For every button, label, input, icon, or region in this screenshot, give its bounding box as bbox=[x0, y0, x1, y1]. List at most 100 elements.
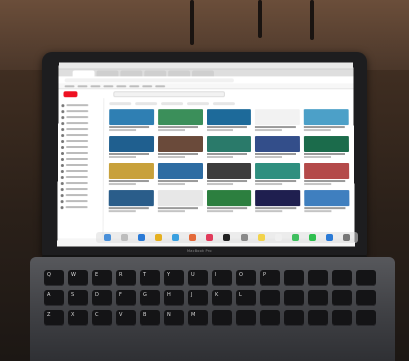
bookmark-item[interactable] bbox=[155, 84, 166, 87]
filter-chip[interactable] bbox=[161, 102, 184, 106]
video-card[interactable] bbox=[206, 136, 252, 158]
mail-icon[interactable] bbox=[172, 234, 180, 241]
video-card[interactable] bbox=[206, 109, 252, 132]
browser-tab[interactable] bbox=[192, 70, 214, 77]
keyboard-key[interactable]: X bbox=[68, 310, 88, 326]
video-title[interactable] bbox=[304, 126, 345, 129]
keyboard-key[interactable] bbox=[332, 310, 352, 326]
keyboard-key[interactable]: R bbox=[116, 270, 136, 286]
video-card[interactable] bbox=[206, 190, 252, 213]
video-thumbnail[interactable] bbox=[157, 162, 203, 180]
browser-tab[interactable] bbox=[96, 70, 119, 77]
keyboard-key[interactable] bbox=[332, 290, 352, 306]
video-thumbnail[interactable] bbox=[206, 136, 252, 153]
keyboard-key[interactable]: T bbox=[140, 270, 160, 286]
keyboard-key[interactable]: U bbox=[188, 270, 208, 286]
keyboard-key[interactable] bbox=[356, 290, 376, 306]
video-card[interactable] bbox=[108, 136, 154, 158]
chrome-icon[interactable] bbox=[155, 234, 163, 241]
bookmark-item[interactable] bbox=[103, 84, 114, 87]
appstore-icon[interactable] bbox=[325, 234, 333, 241]
keyboard-key[interactable]: Y bbox=[164, 270, 184, 286]
browser-tab[interactable] bbox=[144, 70, 167, 77]
video-thumbnail[interactable] bbox=[108, 190, 154, 207]
browser-tab[interactable] bbox=[168, 70, 191, 77]
keyboard-key[interactable]: K bbox=[212, 290, 232, 306]
terminal-icon[interactable] bbox=[223, 234, 231, 241]
video-card[interactable] bbox=[255, 136, 301, 158]
video-card[interactable] bbox=[157, 162, 203, 186]
sidebar-item[interactable] bbox=[60, 204, 100, 210]
video-card[interactable] bbox=[108, 190, 154, 213]
video-thumbnail[interactable] bbox=[303, 109, 349, 126]
browser-tab[interactable] bbox=[72, 70, 95, 77]
video-thumbnail[interactable] bbox=[206, 162, 252, 180]
calendar-icon[interactable] bbox=[274, 234, 282, 241]
video-card[interactable] bbox=[304, 136, 349, 158]
video-thumbnail[interactable] bbox=[206, 190, 252, 207]
keyboard-key[interactable] bbox=[356, 310, 376, 326]
video-card[interactable] bbox=[303, 109, 349, 132]
video-card[interactable] bbox=[255, 109, 301, 132]
keyboard-key[interactable]: I bbox=[212, 270, 232, 286]
video-card[interactable] bbox=[157, 190, 203, 213]
video-title[interactable] bbox=[206, 180, 247, 183]
video-thumbnail[interactable] bbox=[255, 190, 301, 207]
photos-icon[interactable] bbox=[189, 234, 197, 241]
video-thumbnail[interactable] bbox=[304, 162, 350, 180]
keyboard-key[interactable] bbox=[356, 270, 376, 286]
keyboard-key[interactable] bbox=[284, 290, 304, 306]
keyboard-key[interactable]: S bbox=[68, 290, 88, 306]
video-thumbnail[interactable] bbox=[304, 136, 349, 153]
video-title[interactable] bbox=[206, 126, 247, 129]
keyboard-key[interactable]: Z bbox=[44, 310, 64, 326]
keyboard-key[interactable]: A bbox=[44, 290, 64, 306]
video-thumbnail[interactable] bbox=[206, 109, 252, 126]
settings-icon[interactable] bbox=[240, 234, 248, 241]
keyboard-key[interactable] bbox=[260, 290, 280, 306]
video-thumbnail[interactable] bbox=[255, 109, 301, 126]
filter-chip[interactable] bbox=[135, 102, 158, 106]
video-card[interactable] bbox=[304, 162, 350, 186]
filter-chip[interactable] bbox=[212, 102, 235, 106]
keyboard-key[interactable]: E bbox=[92, 270, 112, 286]
video-card[interactable] bbox=[108, 162, 154, 186]
keyboard-key[interactable]: O bbox=[236, 270, 256, 286]
video-title[interactable] bbox=[108, 153, 150, 155]
bookmark-item[interactable] bbox=[90, 84, 101, 87]
music-icon[interactable] bbox=[206, 234, 214, 241]
filter-chip[interactable] bbox=[187, 102, 209, 106]
video-card[interactable] bbox=[206, 162, 252, 186]
keyboard-key[interactable]: G bbox=[140, 290, 160, 306]
keyboard-key[interactable] bbox=[284, 270, 304, 286]
video-thumbnail[interactable] bbox=[157, 190, 203, 207]
safari-icon[interactable] bbox=[138, 234, 146, 241]
browser-tab[interactable] bbox=[120, 70, 143, 77]
video-thumbnail[interactable] bbox=[157, 136, 203, 153]
video-thumbnail[interactable] bbox=[109, 136, 154, 153]
keyboard-key[interactable]: J bbox=[188, 290, 208, 306]
bookmark-item[interactable] bbox=[142, 84, 153, 87]
filter-chip[interactable] bbox=[109, 102, 132, 106]
youtube-logo-icon[interactable] bbox=[63, 90, 78, 97]
keyboard-key[interactable]: C bbox=[92, 310, 112, 326]
launchpad-icon[interactable] bbox=[121, 234, 129, 241]
video-title[interactable] bbox=[108, 180, 150, 183]
search-input[interactable] bbox=[113, 90, 225, 97]
keyboard-key[interactable]: B bbox=[140, 310, 160, 326]
keyboard-key[interactable] bbox=[236, 310, 256, 326]
facetime-icon[interactable] bbox=[308, 234, 316, 241]
video-title[interactable] bbox=[255, 207, 296, 210]
video-thumbnail[interactable] bbox=[108, 162, 154, 180]
video-card[interactable] bbox=[255, 190, 301, 213]
bookmark-item[interactable] bbox=[77, 84, 88, 87]
video-thumbnail[interactable] bbox=[255, 136, 301, 153]
finder-icon[interactable] bbox=[104, 234, 112, 241]
keyboard-key[interactable]: H bbox=[164, 290, 184, 306]
keyboard-key[interactable] bbox=[212, 310, 232, 326]
video-card[interactable] bbox=[255, 162, 301, 186]
video-title[interactable] bbox=[206, 153, 247, 155]
video-thumbnail[interactable] bbox=[157, 109, 203, 126]
keyboard-key[interactable]: Q bbox=[44, 270, 64, 286]
video-title[interactable] bbox=[157, 207, 199, 210]
